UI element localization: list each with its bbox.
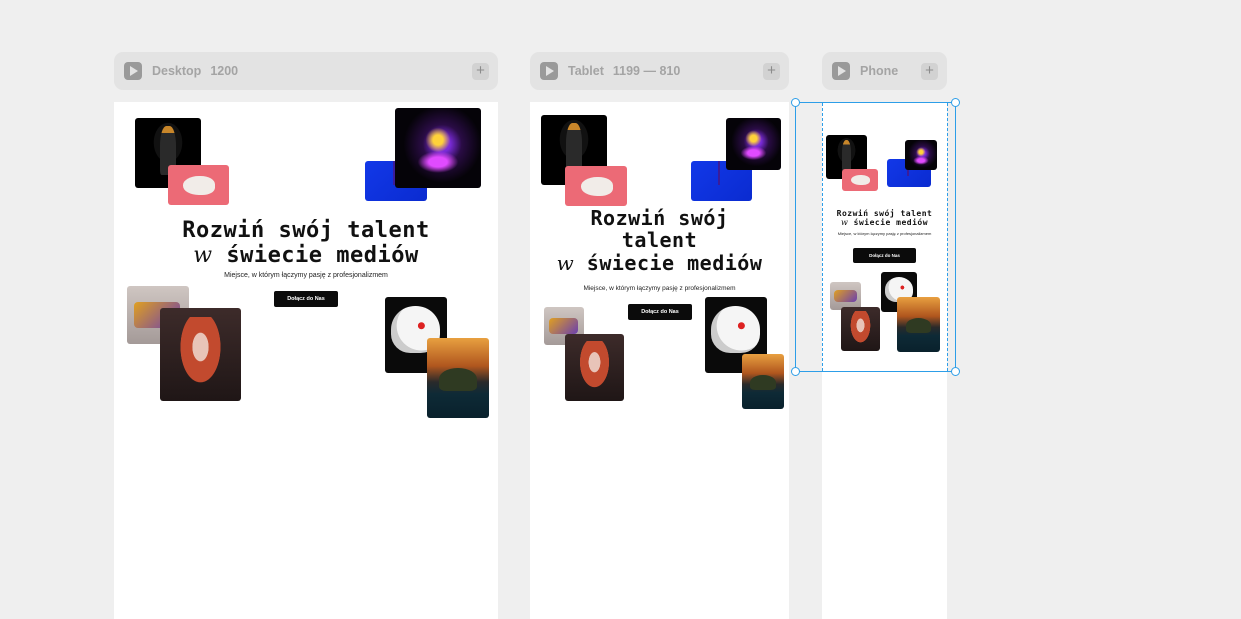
- preview-play-icon[interactable]: [832, 62, 850, 80]
- breakpoint-size: 1199 — 810: [612, 64, 681, 78]
- headline-rest: świecie mediów: [226, 242, 419, 268]
- red-haired-woman-image: [841, 307, 880, 351]
- hero-headline: Rozwiń swój talent w świecie mediów: [530, 207, 789, 274]
- resize-handle[interactable]: [951, 98, 960, 107]
- breakpoint-title: Phone: [860, 64, 899, 78]
- resize-handle[interactable]: [951, 367, 960, 376]
- headline-line1b: talent: [621, 228, 698, 253]
- hero-subtitle: Miejsce, w którym łączymy pasję z profes…: [583, 285, 736, 292]
- rat-image: [842, 169, 878, 191]
- headline-line2: w świecie mediów: [114, 242, 498, 269]
- breakpoint-header-desktop[interactable]: Desktop 1200 +: [114, 52, 498, 90]
- hero-subtitle: Miejsce, w którym łączymy pasję z profes…: [224, 272, 388, 279]
- magic-creature-image: [395, 108, 481, 188]
- breakpoint-title: Tablet: [568, 64, 604, 78]
- red-haired-woman-image: [565, 334, 624, 401]
- column-guide: [947, 103, 948, 371]
- headline-rest: świecie mediów: [853, 217, 929, 227]
- join-button[interactable]: Dołącz do Nas: [274, 291, 338, 307]
- headline-w: w: [556, 250, 575, 275]
- island-image: [427, 338, 489, 418]
- breakpoint-header-tablet[interactable]: Tablet 1199 — 810 +: [530, 52, 789, 90]
- red-haired-woman-image: [160, 308, 241, 401]
- headline-line1: Rozwiń swój: [590, 206, 729, 230]
- headline-line2: w świecie mediów: [822, 217, 947, 228]
- resize-handle[interactable]: [791, 367, 800, 376]
- breakpoint-size: 1200: [210, 64, 239, 78]
- hero-headline: Rozwiń swój talent w świecie mediów: [822, 209, 947, 228]
- headline-line2: w świecie mediów: [530, 252, 789, 274]
- rat-image: [565, 166, 627, 206]
- add-breakpoint-icon[interactable]: +: [763, 63, 780, 80]
- join-button[interactable]: Dołącz do Nas: [628, 304, 692, 320]
- headline-line1: Rozwiń swój talent: [182, 218, 430, 243]
- island-image: [897, 297, 940, 352]
- breakpoint-title: Desktop: [152, 64, 202, 78]
- headline-w: w: [840, 217, 849, 227]
- resize-handle[interactable]: [791, 98, 800, 107]
- breakpoint-header-phone[interactable]: Phone +: [822, 52, 947, 90]
- hero-headline: Rozwiń swój talent w świecie mediów: [114, 218, 498, 269]
- magic-creature-image: [905, 140, 937, 170]
- golden-car-image: [830, 282, 861, 310]
- preview-play-icon[interactable]: [124, 62, 142, 80]
- join-button[interactable]: Dołącz do Nas: [853, 248, 916, 263]
- preview-play-icon[interactable]: [540, 62, 558, 80]
- desktop-frame[interactable]: Rozwiń swój talent w świecie mediów Miej…: [114, 102, 498, 619]
- headline-w: w: [193, 242, 213, 268]
- tablet-frame[interactable]: Rozwiń swój talent w świecie mediów Miej…: [530, 102, 789, 619]
- island-image: [742, 354, 784, 409]
- hero-subtitle: Miejsce, w którym łączymy pasję z profes…: [837, 231, 932, 236]
- rat-image: [168, 165, 229, 205]
- add-breakpoint-icon[interactable]: +: [921, 63, 938, 80]
- add-breakpoint-icon[interactable]: +: [472, 63, 489, 80]
- magic-creature-image: [726, 118, 781, 170]
- phone-frame[interactable]: Rozwiń swój talent w świecie mediów Miej…: [822, 102, 947, 619]
- headline-rest: świecie mediów: [586, 250, 763, 275]
